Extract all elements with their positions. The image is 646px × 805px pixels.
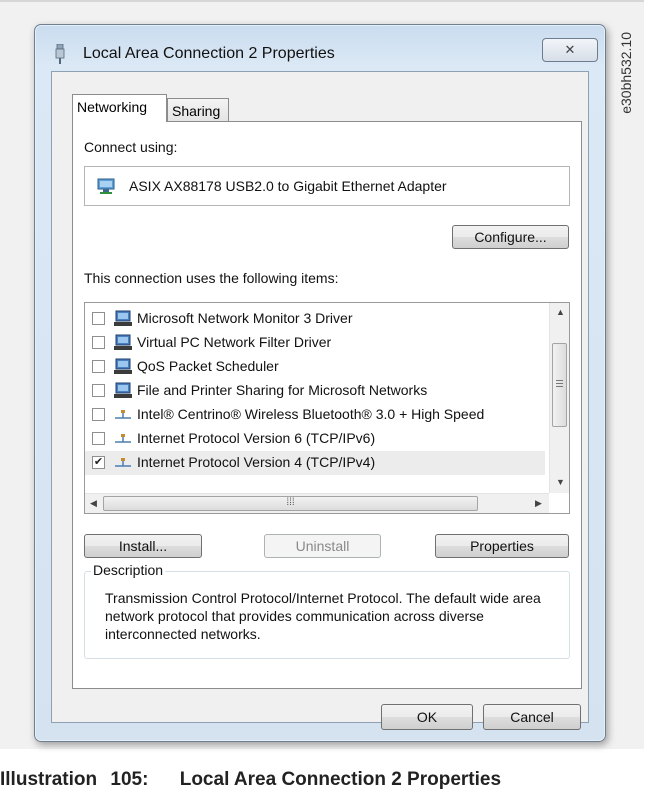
item-label: File and Printer Sharing for Microsoft N… (137, 382, 428, 398)
item-label: Internet Protocol Version 4 (TCP/IPv4) (137, 454, 376, 470)
item-checkbox[interactable]: ✔ (92, 456, 105, 469)
item-checkbox[interactable] (92, 336, 105, 349)
network-client-icon (113, 358, 133, 376)
document-code: e30bh532.10 (618, 32, 634, 114)
protocol-icon (113, 430, 133, 448)
caption-label: Illustration (0, 769, 98, 790)
properties-button[interactable]: Properties (435, 534, 569, 558)
items-label: This connection uses the following items… (84, 270, 339, 286)
description-legend: Description (91, 562, 166, 578)
network-connection-icon (55, 44, 65, 64)
caption-number: 105: (110, 769, 149, 790)
list-item[interactable]: Internet Protocol Version 6 (TCP/IPv6) (85, 427, 545, 451)
list-item[interactable]: File and Printer Sharing for Microsoft N… (85, 379, 545, 403)
list-item[interactable]: Microsoft Network Monitor 3 Driver (85, 307, 545, 331)
description-text: Transmission Control Protocol/Internet P… (105, 590, 541, 642)
configure-button[interactable]: Configure... (452, 225, 569, 249)
list-item[interactable]: Intel® Centrino® Wireless Bluetooth® 3.0… (85, 403, 545, 427)
window-title: Local Area Connection 2 Properties (83, 45, 335, 62)
item-label: Internet Protocol Version 6 (TCP/IPv6) (137, 430, 376, 446)
scroll-up-icon[interactable]: ▲ (556, 307, 565, 317)
caption-title: Local Area Connection 2 Properties (179, 769, 502, 790)
connect-using-label: Connect using: (84, 139, 178, 155)
properties-dialog: Local Area Connection 2 Properties ✕ Net… (34, 24, 606, 742)
description-group: Description Transmission Control Protoco… (84, 562, 570, 659)
tab-sharing[interactable]: Sharing (167, 98, 229, 122)
scroll-down-icon[interactable]: ▼ (556, 477, 565, 487)
scroll-right-icon[interactable]: ▶ (535, 498, 542, 509)
item-label: Intel® Centrino® Wireless Bluetooth® 3.0… (137, 406, 485, 422)
list-item[interactable]: QoS Packet Scheduler (85, 355, 545, 379)
networking-panel: Connect using: ASIX AX88178 USB2.0 to Gi… (72, 121, 582, 689)
protocol-icon (113, 406, 133, 424)
item-checkbox[interactable] (92, 360, 105, 373)
item-checkbox[interactable] (92, 408, 105, 421)
adapter-name: ASIX AX88178 USB2.0 to Gigabit Ethernet … (129, 178, 447, 194)
uninstall-button: Uninstall (264, 534, 381, 558)
item-label: Virtual PC Network Filter Driver (137, 334, 332, 350)
connection-items-list[interactable]: Microsoft Network Monitor 3 Driver Virtua… (84, 302, 570, 514)
install-button[interactable]: Install... (84, 534, 202, 558)
item-checkbox[interactable] (92, 312, 105, 325)
network-client-icon (113, 334, 133, 352)
network-client-icon (113, 310, 133, 328)
item-checkbox[interactable] (92, 384, 105, 397)
list-item[interactable]: Virtual PC Network Filter Driver (85, 331, 545, 355)
item-label: Microsoft Network Monitor 3 Driver (137, 310, 353, 326)
figure-frame: Local Area Connection 2 Properties ✕ Net… (0, 0, 644, 749)
cancel-button[interactable]: Cancel (483, 704, 581, 730)
vertical-scroll-thumb[interactable] (552, 343, 567, 427)
ok-button[interactable]: OK (381, 704, 473, 730)
dialog-client-area: Networking Sharing Connect using: ASIX A… (51, 71, 589, 730)
adapter-field: ASIX AX88178 USB2.0 to Gigabit Ethernet … (84, 166, 570, 206)
figure-caption: Illustration 105: Local Area Connection … (0, 769, 646, 791)
scroll-left-icon[interactable]: ◀ (90, 498, 97, 509)
item-checkbox[interactable] (92, 432, 105, 445)
horizontal-scrollbar[interactable]: ◀ ⁞⁞⁞ ▶ (85, 493, 549, 513)
vertical-scrollbar[interactable]: ▲ ▼ (549, 303, 569, 493)
tab-networking[interactable]: Networking (72, 94, 167, 122)
network-client-icon (113, 382, 133, 400)
item-label: QoS Packet Scheduler (137, 358, 279, 374)
list-item[interactable]: ✔ Internet Protocol Version 4 (TCP/IPv4) (85, 451, 545, 475)
close-button[interactable]: ✕ (542, 38, 598, 62)
network-adapter-icon (97, 178, 115, 194)
protocol-icon (113, 454, 133, 472)
horizontal-scroll-thumb[interactable]: ⁞⁞⁞ (103, 496, 478, 511)
close-icon: ✕ (564, 42, 576, 57)
